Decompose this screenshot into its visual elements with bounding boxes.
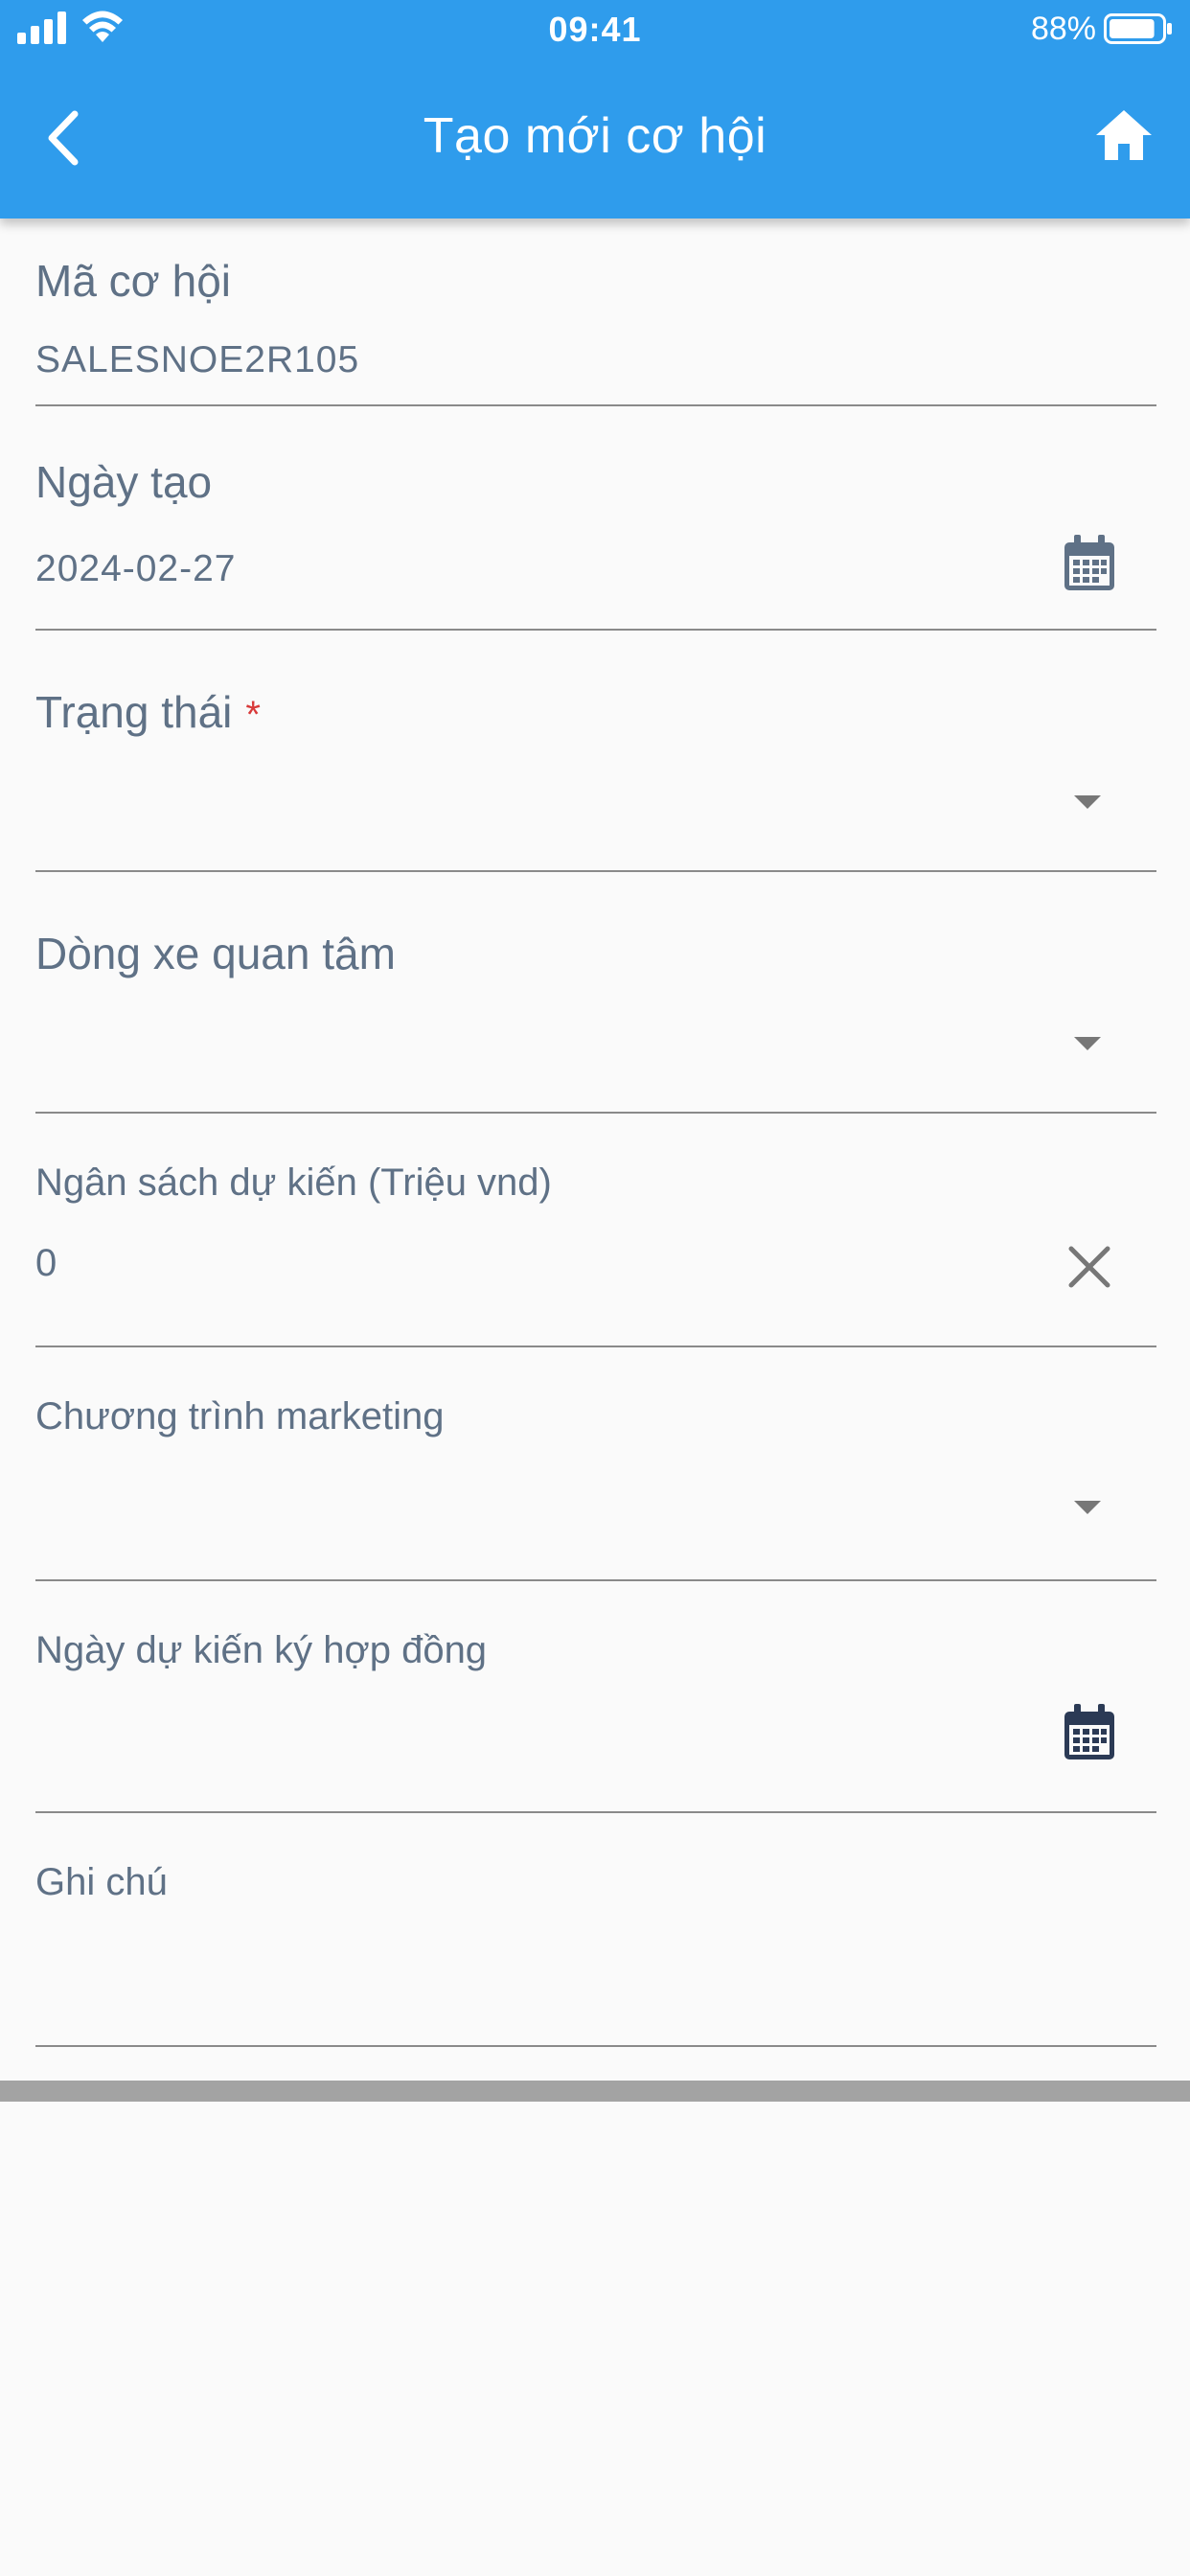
marketing-program-label: Chương trình marketing bbox=[35, 1395, 445, 1438]
budget-field[interactable]: Ngân sách dự kiến (Triệu vnd) 0 bbox=[35, 1114, 1156, 1347]
car-model-field[interactable]: Dòng xe quan tâm bbox=[35, 872, 1156, 1114]
calendar-icon bbox=[1064, 535, 1114, 590]
status-label: Trạng thái bbox=[35, 687, 233, 737]
expected-contract-date-label: Ngày dự kiến ký hợp đồng bbox=[35, 1629, 488, 1671]
opportunity-code-value: SALESNOE2R105 bbox=[35, 339, 360, 380]
home-icon bbox=[1096, 110, 1152, 160]
created-date-field[interactable]: Ngày tạo 2024-02-27 bbox=[35, 406, 1156, 631]
created-date-picker-button[interactable] bbox=[1061, 535, 1118, 592]
dropdown-arrow-icon[interactable] bbox=[1074, 795, 1101, 809]
status-label-wrap: Trạng thái * bbox=[35, 686, 261, 738]
dropdown-arrow-icon[interactable] bbox=[1074, 1501, 1101, 1514]
calendar-icon bbox=[1064, 1704, 1114, 1760]
status-time: 09:41 bbox=[548, 10, 642, 49]
section-divider bbox=[0, 2081, 1190, 2102]
expected-contract-date-field[interactable]: Ngày dự kiến ký hợp đồng bbox=[35, 1581, 1156, 1813]
notes-field[interactable]: Ghi chú bbox=[35, 1813, 1156, 2047]
notes-label: Ghi chú bbox=[35, 1861, 168, 1903]
required-asterisk: * bbox=[245, 694, 261, 736]
clear-budget-button[interactable] bbox=[1061, 1238, 1118, 1296]
home-button[interactable] bbox=[1092, 104, 1156, 167]
car-model-label: Dòng xe quan tâm bbox=[35, 929, 396, 978]
status-field[interactable]: Trạng thái * bbox=[35, 631, 1156, 872]
opportunity-code-label: Mã cơ hội bbox=[35, 256, 232, 306]
opportunity-code-field: Mã cơ hội SALESNOE2R105 bbox=[35, 218, 1156, 406]
created-date-label: Ngày tạo bbox=[35, 457, 213, 507]
clear-icon bbox=[1068, 1246, 1110, 1288]
marketing-program-field[interactable]: Chương trình marketing bbox=[35, 1347, 1156, 1581]
created-date-value: 2024-02-27 bbox=[35, 548, 237, 589]
expected-contract-date-picker-button[interactable] bbox=[1061, 1704, 1118, 1761]
budget-input[interactable]: 0 bbox=[35, 1242, 57, 1285]
page-title: Tạo mới cơ hội bbox=[423, 108, 767, 164]
status-bar: 09:41 88% bbox=[0, 0, 1190, 59]
battery-percent: 88% bbox=[1030, 11, 1096, 47]
app-bar: 09:41 88% Tạo mới cơ hội bbox=[0, 0, 1190, 218]
budget-label: Ngân sách dự kiến (Triệu vnd) bbox=[35, 1162, 552, 1204]
dropdown-arrow-icon[interactable] bbox=[1074, 1037, 1101, 1050]
screen: 09:41 88% Tạo mới cơ hội Mã cơ hội SALES… bbox=[0, 0, 1190, 2576]
battery-icon bbox=[1104, 13, 1172, 44]
